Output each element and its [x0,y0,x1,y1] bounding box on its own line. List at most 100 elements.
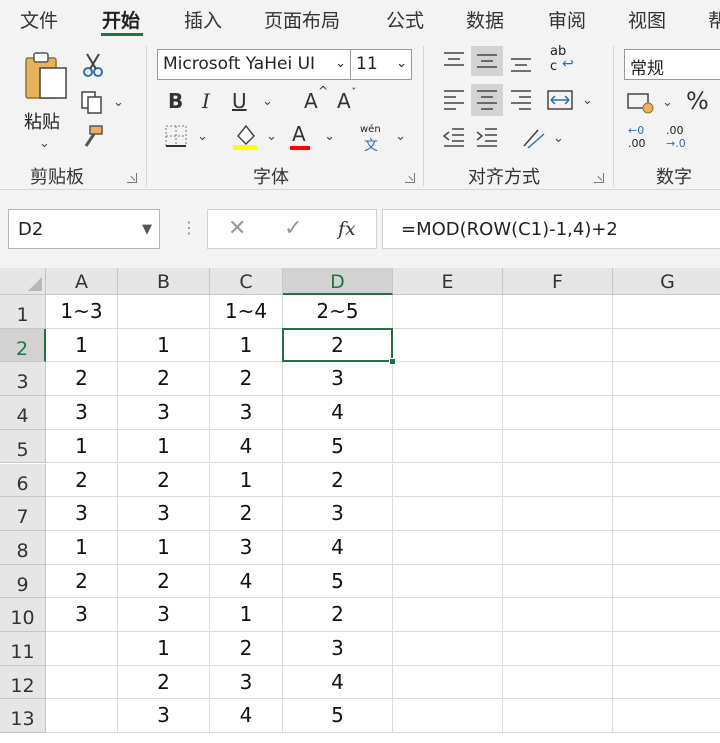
cell-d13[interactable]: 5 [283,699,393,734]
bold-button[interactable]: B [168,91,183,111]
cell-b6[interactable]: 2 [118,463,210,498]
copy-icon[interactable] [80,90,104,114]
column-header-e[interactable]: E [393,268,503,295]
font-color-dropdown-icon[interactable]: ⌄ [324,130,335,143]
cell-a6[interactable]: 2 [46,463,118,498]
select-all-button[interactable] [0,268,46,295]
cell-e11[interactable] [393,632,503,666]
cell-c3[interactable]: 2 [210,362,283,397]
cell-b2[interactable]: 1 [118,328,210,363]
merge-dropdown-icon[interactable]: ⌄ [582,94,593,107]
cell-c1[interactable]: 1~4 [210,295,283,329]
cell-f10[interactable] [503,598,613,632]
cell-f5[interactable] [503,429,613,464]
tab-file[interactable]: 文件 [20,6,58,33]
cell-f2[interactable] [503,328,613,363]
align-bottom-icon[interactable] [509,52,533,74]
phonetic-dropdown-icon[interactable]: ⌄ [395,130,406,143]
cell-f11[interactable] [503,632,613,666]
orientation-dropdown-icon[interactable]: ⌄ [553,132,564,145]
cell-d6[interactable]: 2 [283,463,393,498]
cell-a8[interactable]: 1 [46,530,118,565]
cell-e8[interactable] [393,530,503,565]
column-header-c[interactable]: C [210,268,283,295]
cell-g2[interactable] [613,329,720,363]
cell-e4[interactable] [393,396,503,430]
row-header-1[interactable]: 1 [0,295,46,329]
cancel-icon[interactable]: ✕ [228,216,246,241]
cell-f3[interactable] [503,362,613,397]
enter-icon[interactable]: ✓ [284,216,302,241]
cell-e1[interactable] [393,295,503,329]
cell-f8[interactable] [503,530,613,565]
align-top-icon[interactable] [442,50,466,72]
cell-g13[interactable] [613,699,720,734]
cell-c12[interactable]: 3 [210,665,283,700]
cell-a1[interactable]: 1~3 [46,295,118,329]
cell-c7[interactable]: 2 [210,497,283,531]
column-header-a[interactable]: A [46,268,118,295]
cell-e10[interactable] [393,598,503,632]
accounting-format-icon[interactable] [626,90,656,114]
cell-b11[interactable]: 1 [118,632,210,666]
wrap-text-button[interactable]: ab c ↩ [548,44,576,76]
cell-b5[interactable]: 1 [118,429,210,464]
cell-d9[interactable]: 5 [283,564,393,599]
cell-f1[interactable] [503,295,613,329]
cell-b8[interactable]: 1 [118,530,210,565]
cell-c5[interactable]: 4 [210,429,283,464]
cell-b1[interactable] [118,295,210,329]
font-name-combo[interactable]: Microsoft YaHei UI ⌄ [157,49,351,80]
cell-g8[interactable] [613,531,720,565]
row-header-7[interactable]: 7 [0,497,46,531]
cell-f9[interactable] [503,564,613,599]
column-header-b[interactable]: B [118,268,210,295]
cell-a2[interactable]: 1 [46,328,118,363]
cell-d12[interactable]: 4 [283,665,393,700]
decrease-font-button[interactable]: A [337,91,351,111]
cell-g4[interactable] [613,396,720,430]
cell-a13[interactable] [46,699,118,734]
insert-function-button[interactable]: fx [338,218,356,240]
row-header-8[interactable]: 8 [0,530,46,565]
tab-page-layout[interactable]: 页面布局 [264,6,340,33]
tab-data[interactable]: 数据 [466,6,504,33]
tab-help[interactable]: 帮 [708,6,720,33]
font-launcher-icon[interactable] [405,173,415,183]
cell-c11[interactable]: 2 [210,632,283,666]
column-header-f[interactable]: F [503,268,613,295]
borders-icon[interactable] [164,124,188,148]
cell-b4[interactable]: 3 [118,396,210,430]
cell-d10[interactable]: 2 [283,598,393,632]
row-header-13[interactable]: 13 [0,699,46,734]
tab-view[interactable]: 视图 [628,6,666,33]
tab-home[interactable]: 开始 [102,6,140,33]
cell-d3[interactable]: 3 [283,362,393,397]
cell-e3[interactable] [393,362,503,397]
clipboard-launcher-icon[interactable] [127,173,137,183]
cell-c2[interactable]: 1 [210,328,283,363]
cell-f4[interactable] [503,396,613,430]
fill-color-icon[interactable] [232,122,258,150]
font-color-button[interactable]: A [292,124,306,144]
align-center-icon[interactable] [475,88,499,112]
phonetic-button[interactable]: wén 文 [360,124,388,154]
cell-d8[interactable]: 4 [283,530,393,565]
decrease-indent-icon[interactable] [442,126,466,148]
increase-font-button[interactable]: A [304,91,318,111]
align-middle-icon[interactable] [475,50,499,72]
cell-b13[interactable]: 3 [118,699,210,734]
cell-e2[interactable] [393,328,503,363]
row-header-4[interactable]: 4 [0,396,46,430]
borders-dropdown-icon[interactable]: ⌄ [197,130,208,143]
row-header-6[interactable]: 6 [0,463,46,498]
cell-e6[interactable] [393,463,503,498]
cell-f6[interactable] [503,463,613,498]
name-box[interactable]: D2 ▼ [8,209,160,249]
align-left-icon[interactable] [442,88,466,112]
format-painter-icon[interactable] [80,124,104,150]
cell-a9[interactable]: 2 [46,564,118,599]
cell-d4[interactable]: 4 [283,396,393,430]
alignment-launcher-icon[interactable] [594,173,604,183]
cell-f12[interactable] [503,665,613,700]
